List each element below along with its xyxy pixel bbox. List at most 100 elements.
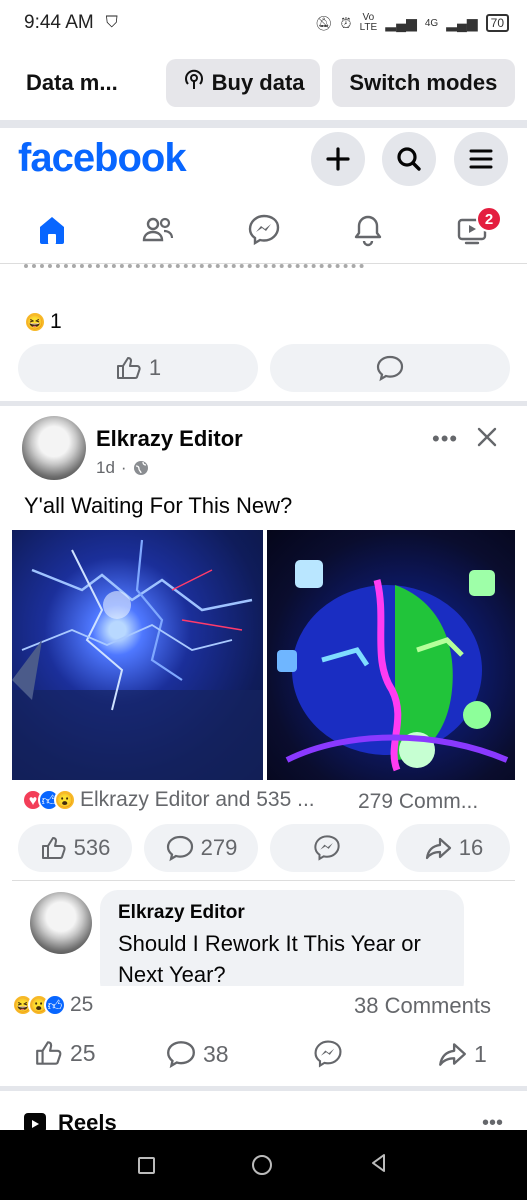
- buy-data-label: Buy data: [211, 70, 305, 95]
- next-reaction-count: 25: [70, 993, 94, 1016]
- switch-modes-button[interactable]: Switch modes: [331, 59, 515, 107]
- share-button[interactable]: 16: [396, 824, 510, 872]
- close-icon: [477, 427, 497, 447]
- post-author-name[interactable]: Elkrazy Editor: [96, 426, 243, 452]
- back-button[interactable]: [369, 1153, 389, 1178]
- comment-button[interactable]: 279: [144, 824, 258, 872]
- post-comments-count[interactable]: 279 Comm...: [358, 790, 478, 814]
- battery-icon: 70: [485, 14, 509, 32]
- volte-label: Vo LTE: [359, 12, 378, 33]
- mute-icon: 🔕︎: [314, 14, 333, 31]
- nav-tabs: [0, 198, 527, 264]
- post-divider: [0, 401, 527, 406]
- send-messenger-button[interactable]: [270, 824, 384, 872]
- divider: [0, 120, 527, 128]
- comment-count: 279: [200, 835, 238, 860]
- post-divider-2: [0, 1086, 527, 1091]
- back-icon: [371, 1153, 385, 1172]
- next-like-count: 25: [70, 1039, 96, 1066]
- prev-reactions[interactable]: 😆 1: [24, 310, 62, 334]
- comment-icon: [167, 1041, 195, 1069]
- next-share-count: 1: [474, 1040, 487, 1067]
- messenger-icon: [314, 1040, 342, 1068]
- system-nav-bar: [0, 1130, 527, 1200]
- fb-header: facebook: [0, 128, 527, 194]
- plus-icon: [326, 147, 350, 171]
- more-options-button[interactable]: •••: [432, 426, 458, 452]
- 4g-label: 4G: [424, 17, 439, 29]
- next-comment-count: 38: [203, 1040, 229, 1067]
- comment-bubble[interactable]: Elkrazy Editor Should I Rework It This Y…: [100, 890, 464, 1000]
- comment-text: Should I Rework It This Year or Next Yea…: [118, 931, 421, 987]
- data-bar: Data m... Buy data Switch modes: [0, 54, 527, 112]
- tab-messenger[interactable]: [242, 208, 286, 252]
- share-icon: [439, 1043, 466, 1066]
- menu-button[interactable]: [454, 132, 508, 186]
- comment-author-avatar[interactable]: [30, 892, 92, 954]
- messenger-icon: [314, 835, 340, 861]
- recents-button[interactable]: [138, 1156, 156, 1174]
- data-mode-label[interactable]: Data m...: [26, 70, 160, 96]
- screen: 9:44 AM ⛉ 🔕︎ ⏰︎ Vo LTE ▂▄▆ 4G ▂▄▆ 70 Dat…: [0, 0, 527, 1200]
- home-nav-button[interactable]: [251, 1155, 272, 1175]
- signal-icon: ▂▄▆: [385, 14, 417, 31]
- post-time[interactable]: 1d: [96, 458, 115, 478]
- shield-icon: ⛉: [105, 14, 118, 31]
- status-time: 9:44 AM: [24, 12, 94, 33]
- next-comment-button[interactable]: 38: [165, 1038, 229, 1070]
- glow-image-art: [277, 560, 509, 772]
- prev-reaction-count: 1: [50, 310, 62, 333]
- wow-emoji-icon: 😮: [54, 789, 76, 811]
- post-image-lightning[interactable]: [12, 530, 263, 780]
- like-button[interactable]: 536: [18, 824, 132, 872]
- signal-icon-2: ▂▄▆: [446, 14, 478, 31]
- status-icons: 🔕︎ ⏰︎ Vo LTE ▂▄▆ 4G ▂▄▆ 70: [315, 13, 509, 33]
- search-button[interactable]: [382, 132, 436, 186]
- share-icon: [425, 837, 451, 860]
- tab-notifications[interactable]: [346, 208, 390, 252]
- post-reactions-text: Elkrazy Editor and 535 ...: [80, 788, 315, 811]
- alarm-icon: ⏰︎: [340, 14, 352, 31]
- prev-comment-button[interactable]: [270, 344, 510, 392]
- tab-home[interactable]: [30, 208, 74, 252]
- post-image-glow[interactable]: [267, 530, 515, 780]
- prev-post-clipped-text: [24, 264, 364, 270]
- like-icon: [41, 837, 66, 859]
- post-meta: 1d ·: [96, 458, 149, 478]
- bell-icon: [354, 215, 382, 247]
- prev-like-count: 1: [148, 355, 162, 380]
- video-badge: 2: [476, 206, 502, 232]
- post-dot: ·: [120, 458, 127, 477]
- status-bar: 9:44 AM ⛉ 🔕︎ ⏰︎ Vo LTE ▂▄▆ 4G ▂▄▆ 70: [0, 0, 527, 46]
- next-share-button[interactable]: 1: [436, 1038, 487, 1070]
- next-comments-count[interactable]: 38 Comments: [354, 993, 491, 1019]
- prev-like-button[interactable]: 1: [18, 344, 258, 392]
- comment-icon: [166, 835, 193, 862]
- like-icon: [36, 1041, 62, 1065]
- like-count: 536: [73, 835, 111, 860]
- next-messenger-button[interactable]: [312, 1038, 344, 1070]
- like-emoji-icon: 👍︎: [44, 994, 66, 1016]
- next-post-reactions[interactable]: 😆 😮 👍︎ 25: [12, 993, 93, 1017]
- broadcast-icon: [182, 68, 206, 98]
- hide-post-button[interactable]: [474, 424, 500, 455]
- messenger-icon: [248, 214, 280, 246]
- comment-divider: [12, 880, 515, 881]
- post-text: Y'all Waiting For This New?: [24, 493, 293, 518]
- switch-modes-label: Switch modes: [349, 70, 498, 95]
- comment-author[interactable]: Elkrazy Editor: [118, 902, 446, 924]
- search-icon: [397, 147, 421, 171]
- post-reactions[interactable]: ♥ 👍︎ 😮 Elkrazy Editor and 535 ...: [22, 788, 315, 812]
- haha-emoji-icon: 😆: [24, 311, 46, 333]
- globe-icon: [133, 461, 148, 475]
- friends-icon: [142, 217, 174, 242]
- comment-icon: [376, 355, 404, 382]
- buy-data-button[interactable]: Buy data: [166, 59, 320, 107]
- facebook-logo[interactable]: facebook: [18, 136, 187, 181]
- create-button[interactable]: [311, 132, 365, 186]
- menu-icon: [469, 149, 493, 169]
- post-author-avatar[interactable]: [22, 416, 86, 480]
- like-icon: [116, 357, 141, 379]
- tab-friends[interactable]: [136, 208, 180, 252]
- next-like-button[interactable]: 25: [34, 1038, 96, 1068]
